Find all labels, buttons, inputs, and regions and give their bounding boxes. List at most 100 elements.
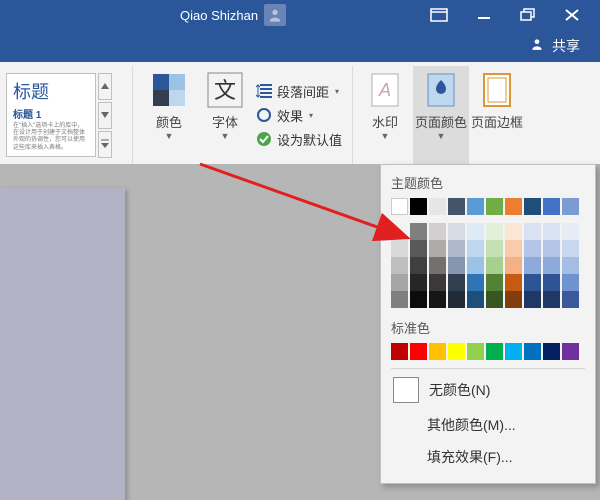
color-swatch[interactable] [486, 240, 503, 257]
color-swatch[interactable] [429, 291, 446, 308]
color-swatch[interactable] [429, 257, 446, 274]
color-swatch[interactable] [410, 240, 427, 257]
color-swatch[interactable] [391, 198, 408, 215]
color-swatch[interactable] [562, 198, 579, 215]
page-color-icon [421, 70, 461, 110]
ribbon-display-options-icon[interactable] [430, 8, 448, 22]
color-swatch[interactable] [467, 343, 484, 360]
color-swatch[interactable] [543, 198, 560, 215]
color-swatch[interactable] [391, 257, 408, 274]
color-swatch[interactable] [505, 343, 522, 360]
color-swatch[interactable] [410, 257, 427, 274]
color-swatch[interactable] [391, 291, 408, 308]
color-swatch[interactable] [505, 223, 522, 240]
color-swatch[interactable] [410, 198, 427, 215]
page-borders-button[interactable]: 页面边框 [469, 66, 525, 164]
color-swatch[interactable] [410, 291, 427, 308]
color-swatch[interactable] [429, 343, 446, 360]
document-page[interactable] [0, 188, 125, 500]
gallery-down-button[interactable] [98, 102, 112, 129]
color-swatch[interactable] [543, 274, 560, 291]
color-swatch[interactable] [543, 343, 560, 360]
theme-colors-header: 主题颜色 [391, 173, 585, 192]
color-swatch[interactable] [505, 240, 522, 257]
color-swatch[interactable] [467, 223, 484, 240]
fonts-button[interactable]: 文 字体 ▼ [197, 66, 253, 164]
color-swatch[interactable] [448, 198, 465, 215]
color-swatch[interactable] [505, 198, 522, 215]
color-swatch[interactable] [410, 343, 427, 360]
color-swatch[interactable] [391, 343, 408, 360]
color-swatch[interactable] [524, 274, 541, 291]
theme-color-row [391, 198, 585, 215]
page-color-button[interactable]: 页面颜色 ▼ [413, 66, 469, 164]
color-swatch[interactable] [486, 223, 503, 240]
watermark-button[interactable]: A 水印 ▼ [357, 66, 413, 164]
color-swatch[interactable] [524, 343, 541, 360]
gallery-up-button[interactable] [98, 73, 112, 100]
color-swatch[interactable] [486, 291, 503, 308]
color-swatch[interactable] [524, 223, 541, 240]
color-swatch[interactable] [524, 291, 541, 308]
color-swatch[interactable] [543, 223, 560, 240]
color-swatch[interactable] [448, 343, 465, 360]
color-swatch[interactable] [524, 240, 541, 257]
color-swatch[interactable] [562, 343, 579, 360]
fill-effects-item[interactable]: 填充效果(F)... [391, 441, 585, 473]
color-swatch[interactable] [505, 274, 522, 291]
page-color-label: 页面颜色 [415, 112, 467, 131]
ribbon: 标题 标题 1 在"插入"选项卡上的库中，在设计用于创建于文档整体外观的协调性，… [0, 62, 600, 169]
color-swatch[interactable] [562, 274, 579, 291]
color-swatch[interactable] [486, 343, 503, 360]
color-swatch[interactable] [410, 274, 427, 291]
effects-button[interactable]: 效果▾ [255, 106, 342, 125]
set-as-default-button[interactable]: 设为默认值 [255, 130, 342, 149]
no-color-label: 无颜色(N) [429, 380, 490, 400]
color-swatch[interactable] [486, 198, 503, 215]
color-swatch[interactable] [448, 291, 465, 308]
color-swatch[interactable] [391, 223, 408, 240]
color-swatch[interactable] [505, 291, 522, 308]
share-button[interactable]: 共享 [530, 36, 580, 56]
document-formatting-gallery[interactable]: 标题 标题 1 在"插入"选项卡上的库中，在设计用于创建于文档整体外观的协调性，… [0, 66, 133, 164]
color-swatch[interactable] [505, 257, 522, 274]
color-swatch[interactable] [524, 198, 541, 215]
color-swatch[interactable] [448, 274, 465, 291]
color-swatch[interactable] [543, 240, 560, 257]
color-swatch[interactable] [486, 257, 503, 274]
color-swatch[interactable] [429, 274, 446, 291]
color-swatch[interactable] [391, 274, 408, 291]
color-swatch[interactable] [448, 223, 465, 240]
color-swatch[interactable] [467, 240, 484, 257]
more-colors-item[interactable]: 其他颜色(M)... [391, 409, 585, 441]
restore-icon[interactable] [520, 8, 536, 22]
color-swatch[interactable] [467, 257, 484, 274]
color-swatch[interactable] [562, 257, 579, 274]
paragraph-spacing-button[interactable]: 段落间距▾ [255, 82, 342, 101]
color-swatch[interactable] [429, 240, 446, 257]
color-swatch[interactable] [429, 198, 446, 215]
color-swatch[interactable] [543, 257, 560, 274]
color-swatch[interactable] [562, 223, 579, 240]
color-swatch[interactable] [448, 240, 465, 257]
color-swatch[interactable] [410, 223, 427, 240]
color-swatch[interactable] [467, 274, 484, 291]
color-swatch[interactable] [562, 240, 579, 257]
color-swatch[interactable] [486, 274, 503, 291]
svg-text:文: 文 [214, 78, 236, 103]
gallery-more-button[interactable] [98, 131, 112, 158]
chevron-down-icon: ▼ [165, 131, 174, 141]
color-swatch[interactable] [524, 257, 541, 274]
no-color-item[interactable]: 无颜色(N) [391, 368, 585, 409]
close-icon[interactable] [564, 8, 580, 22]
color-swatch[interactable] [448, 257, 465, 274]
color-swatch[interactable] [467, 198, 484, 215]
minimize-icon[interactable] [476, 8, 492, 22]
color-swatch[interactable] [391, 240, 408, 257]
color-swatch[interactable] [429, 223, 446, 240]
account-area[interactable]: Qiao Shizhan [180, 4, 286, 26]
color-swatch[interactable] [543, 291, 560, 308]
color-swatch[interactable] [467, 291, 484, 308]
color-swatch[interactable] [562, 291, 579, 308]
colors-button[interactable]: 颜色 ▼ [141, 66, 197, 164]
